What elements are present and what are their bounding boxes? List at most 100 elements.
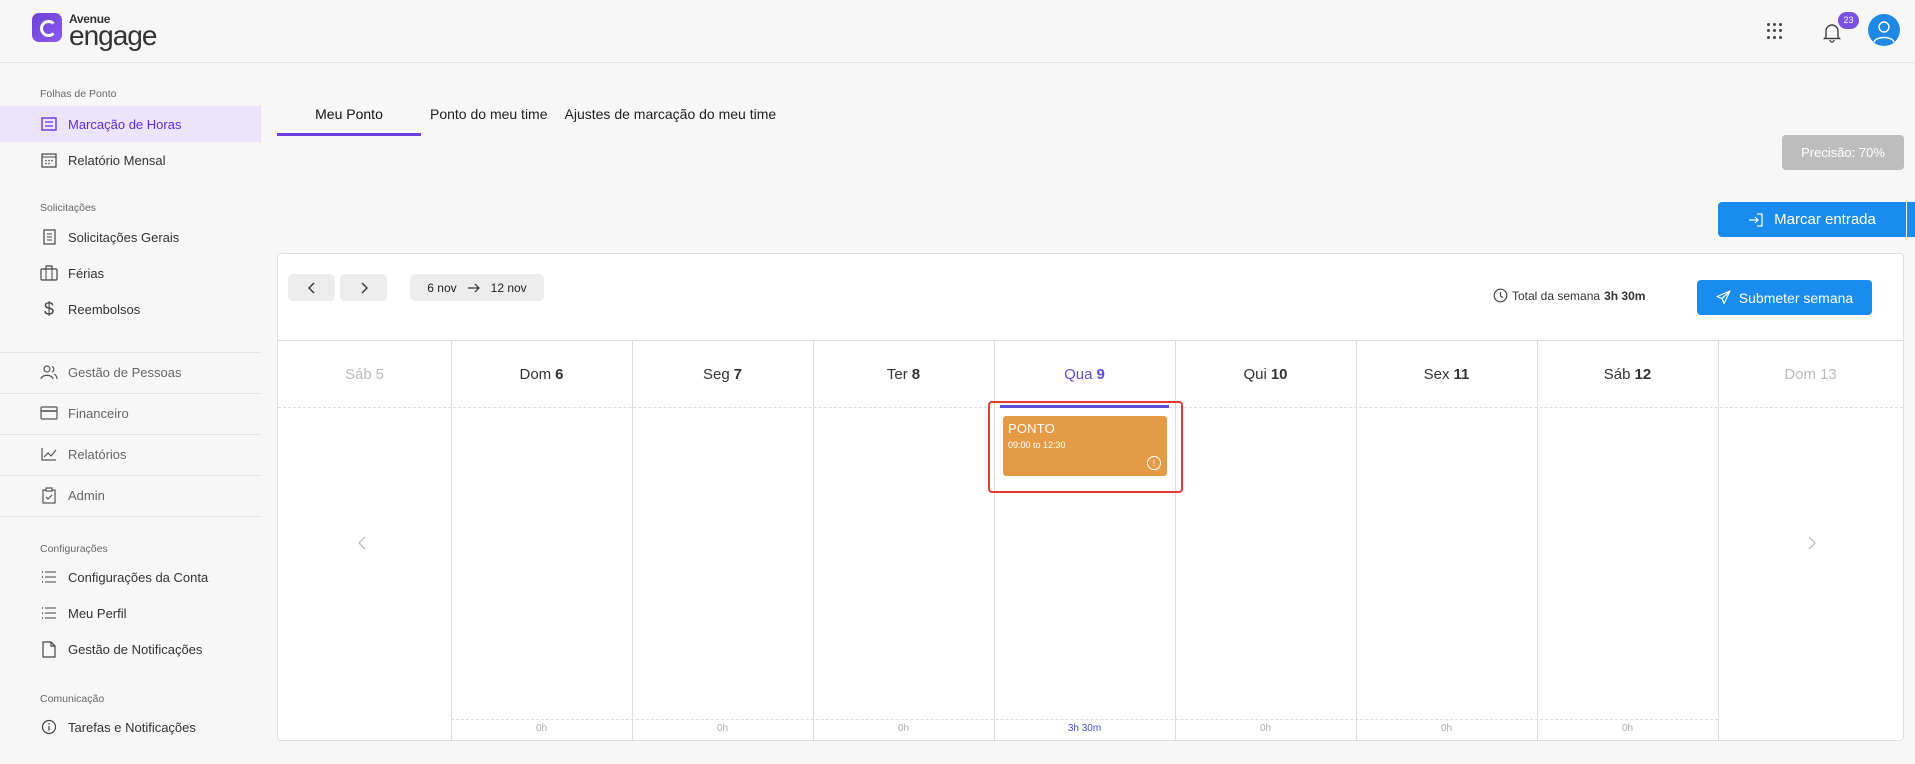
precision-badge: Precisão: 70% bbox=[1782, 135, 1904, 170]
notification-count-badge: 23 bbox=[1838, 12, 1859, 29]
day-number: 12 bbox=[1634, 365, 1652, 383]
line-chart-icon bbox=[40, 445, 58, 463]
column-divider bbox=[1356, 341, 1357, 741]
column-divider bbox=[1718, 341, 1719, 741]
next-day-arrow-icon[interactable] bbox=[1808, 534, 1816, 555]
clock-icon bbox=[1493, 288, 1508, 303]
sidebar: Folhas de Ponto Marcação de Horas Relató… bbox=[0, 63, 261, 764]
sidebar-item-gestao-de-pessoas[interactable]: Gestão de Pessoas bbox=[0, 354, 261, 390]
day-header-sab-5: Sáb 5 bbox=[278, 341, 451, 407]
column-divider bbox=[632, 341, 633, 741]
section-title-folhas: Folhas de Ponto bbox=[40, 88, 117, 100]
sidebar-divider bbox=[0, 393, 261, 394]
section-title-solicitacoes: Solicitações bbox=[40, 202, 97, 214]
credit-card-icon bbox=[40, 404, 58, 422]
submeter-semana-label: Submeter semana bbox=[1738, 289, 1854, 306]
day-name: Ter bbox=[886, 365, 908, 383]
sidebar-item-configuracoes-da-conta[interactable]: Configurações da Conta bbox=[0, 559, 261, 595]
sidebar-item-label: Meu Perfil bbox=[68, 605, 127, 621]
sidebar-item-admin[interactable]: Admin bbox=[0, 477, 261, 513]
brand-logo[interactable]: Avenue engage bbox=[32, 13, 157, 50]
sidebar-item-tarefas-e-notificacoes[interactable]: Tarefas e Notificações bbox=[0, 709, 261, 745]
range-start: 6 nov bbox=[427, 280, 457, 295]
send-icon bbox=[1716, 290, 1731, 305]
chevron-left-icon bbox=[307, 282, 314, 293]
day-number: 9 bbox=[1096, 365, 1105, 383]
day-total-sex-11: 0h bbox=[1440, 723, 1453, 734]
sidebar-item-marcacao-de-horas[interactable]: Marcação de Horas bbox=[0, 106, 261, 142]
dollar-icon: $ bbox=[43, 298, 54, 319]
sidebar-divider bbox=[0, 352, 261, 353]
sidebar-item-meu-perfil[interactable]: Meu Perfil bbox=[0, 595, 261, 631]
day-number: 5 bbox=[375, 365, 385, 383]
luggage-icon bbox=[40, 264, 58, 282]
tab-meu-ponto[interactable]: Meu Ponto bbox=[277, 100, 421, 136]
list-icon bbox=[40, 568, 58, 586]
week-total-label: Total da semana bbox=[1512, 288, 1601, 303]
tab-ajustes-de-marcacao[interactable]: Ajustes de marcação do meu time bbox=[565, 100, 777, 136]
day-header-dom-6: Dom 6 bbox=[451, 341, 632, 407]
calendar-icon bbox=[40, 151, 58, 169]
sidebar-item-solicitacoes-gerais[interactable]: Solicitações Gerais bbox=[0, 219, 261, 255]
sidebar-item-ferias[interactable]: Férias bbox=[0, 255, 261, 291]
next-week-button[interactable] bbox=[340, 274, 387, 301]
prev-week-button[interactable] bbox=[288, 274, 335, 301]
day-header-seg-7: Seg 7 bbox=[632, 341, 813, 407]
column-divider bbox=[451, 341, 452, 741]
day-name: Dom bbox=[519, 365, 552, 383]
user-avatar[interactable] bbox=[1868, 14, 1900, 46]
sidebar-item-relatorio-mensal[interactable]: Relatório Mensal bbox=[0, 142, 261, 178]
selection-highlight bbox=[988, 401, 1183, 493]
week-total: Total da semana 3h 30m bbox=[1493, 288, 1645, 303]
sidebar-item-label: Reembolsos bbox=[68, 301, 141, 317]
section-title-comunicacao: Comunicação bbox=[40, 693, 105, 705]
day-header-qui-10: Qui 10 bbox=[1175, 341, 1356, 407]
document-list-icon bbox=[40, 228, 58, 246]
section-title-configuracoes: Configurações bbox=[40, 543, 108, 555]
day-number: 8 bbox=[911, 365, 921, 383]
day-name: Qui bbox=[1243, 365, 1267, 383]
marcar-entrada-split-button: Marcar entrada bbox=[1718, 202, 1915, 237]
day-number: 6 bbox=[555, 365, 564, 383]
sidebar-item-gestao-de-notificacoes[interactable]: Gestão de Notificações bbox=[0, 631, 261, 667]
sidebar-divider bbox=[0, 434, 261, 435]
top-bar: Avenue engage 23 bbox=[0, 0, 1915, 63]
marcar-entrada-button[interactable]: Marcar entrada bbox=[1718, 202, 1906, 237]
file-icon bbox=[40, 640, 58, 658]
tab-ponto-do-meu-time[interactable]: Ponto do meu time bbox=[430, 100, 548, 136]
sidebar-item-financeiro[interactable]: Financeiro bbox=[0, 395, 261, 431]
login-icon bbox=[1749, 212, 1763, 227]
prev-day-arrow-icon[interactable] bbox=[358, 534, 366, 555]
sidebar-item-label: Financeiro bbox=[68, 405, 129, 421]
date-range-picker[interactable]: 6 nov 12 nov bbox=[410, 274, 544, 301]
arrow-right-icon bbox=[467, 283, 480, 292]
day-header-ter-8: Ter 8 bbox=[813, 341, 994, 407]
sidebar-item-label: Gestão de Notificações bbox=[68, 641, 203, 657]
footer-dashed-line bbox=[451, 719, 1718, 720]
sidebar-item-label: Gestão de Pessoas bbox=[68, 364, 182, 380]
logo-icon bbox=[32, 13, 62, 42]
user-icon bbox=[1873, 21, 1895, 43]
submeter-semana-button[interactable]: Submeter semana bbox=[1697, 280, 1872, 315]
day-name: Dom bbox=[1784, 365, 1816, 383]
sidebar-divider bbox=[0, 475, 261, 476]
marcar-entrada-label: Marcar entrada bbox=[1774, 211, 1876, 228]
day-total-qui-10: 0h bbox=[1259, 723, 1272, 734]
people-icon bbox=[40, 363, 58, 381]
sidebar-item-label: Tarefas e Notificações bbox=[68, 719, 196, 735]
day-total-ter-8: 0h bbox=[897, 723, 910, 734]
day-name: Qua bbox=[1064, 365, 1093, 383]
sidebar-item-label: Férias bbox=[68, 265, 105, 281]
clipboard-icon bbox=[40, 486, 58, 504]
marcar-entrada-dropdown[interactable] bbox=[1907, 202, 1915, 237]
sidebar-item-relatorios[interactable]: Relatórios bbox=[0, 436, 261, 472]
list-icon bbox=[40, 604, 58, 622]
apps-grid-icon[interactable] bbox=[1765, 21, 1785, 41]
column-divider bbox=[1537, 341, 1538, 741]
day-total-sab-12: 0h bbox=[1621, 723, 1634, 734]
range-end: 12 nov bbox=[490, 280, 527, 295]
sidebar-item-reembolsos[interactable]: $ Reembolsos bbox=[0, 291, 261, 327]
day-total-qua-9: 3h 30m bbox=[1067, 723, 1102, 734]
day-total-seg-7: 0h bbox=[716, 723, 729, 734]
day-number: 7 bbox=[733, 365, 743, 383]
